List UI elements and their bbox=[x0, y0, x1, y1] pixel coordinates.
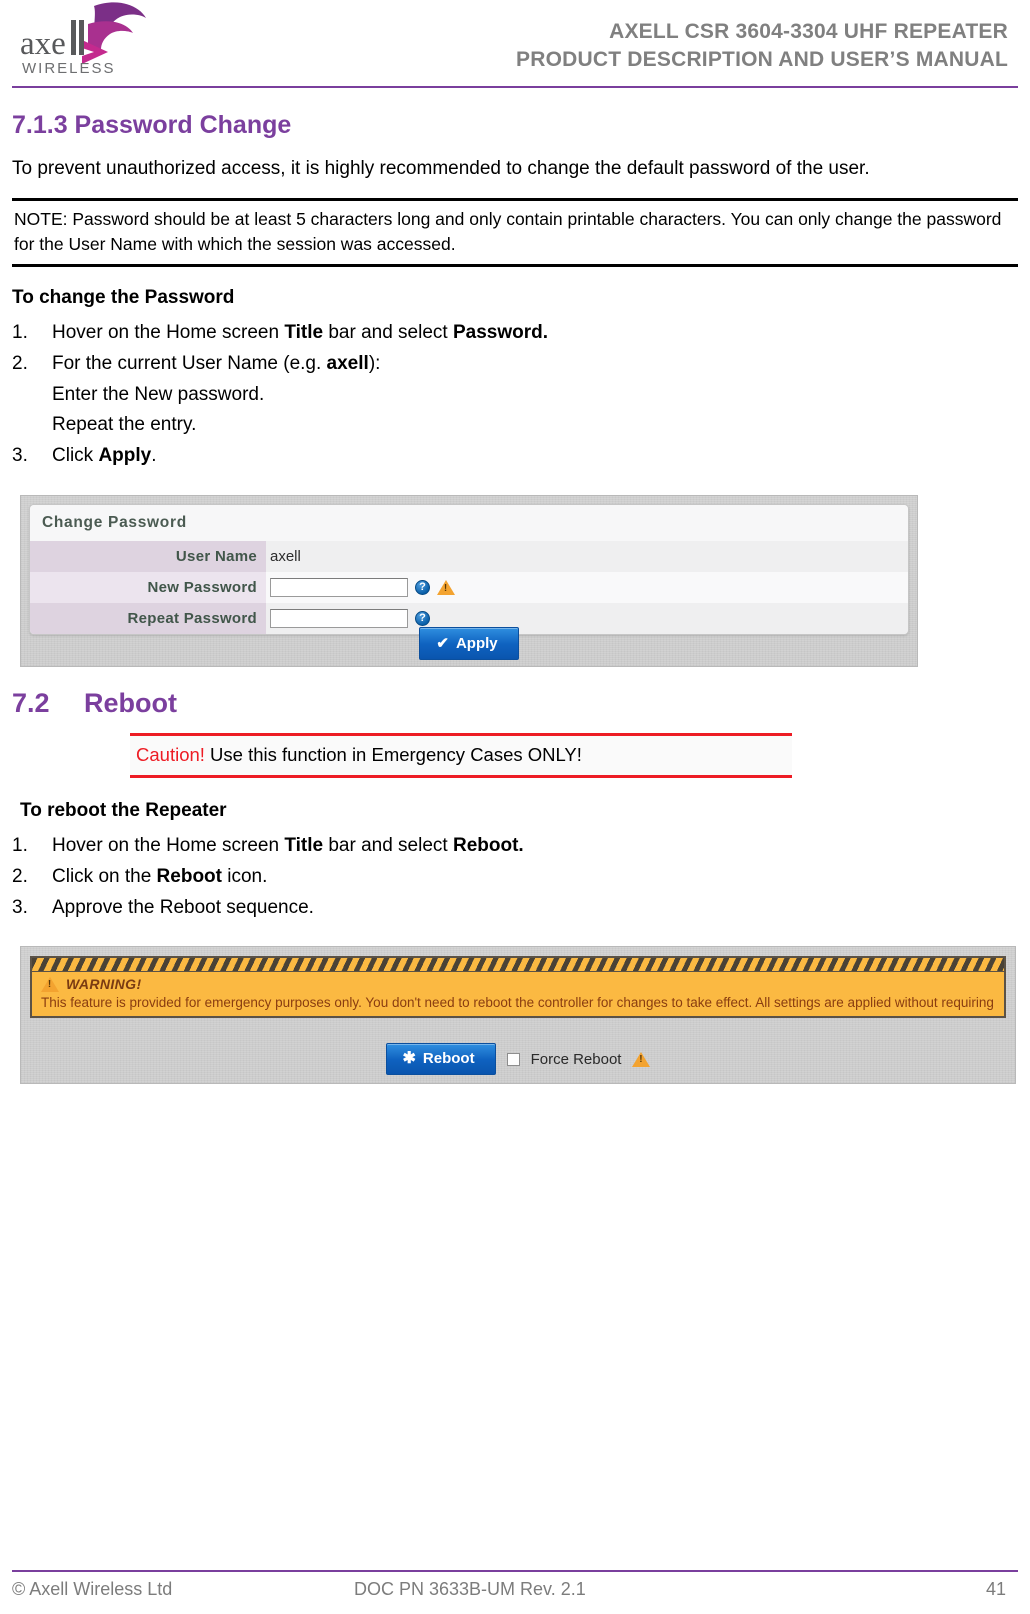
list-item: 2. Click on the Reboot icon. bbox=[12, 863, 1018, 892]
reboot-steps-list: 1. Hover on the Home screen Title bar an… bbox=[12, 832, 1018, 923]
list-item: 1. Hover on the Home screen Title bar an… bbox=[12, 319, 1018, 348]
reboot-warning-panel: WARNING! This feature is provided for em… bbox=[30, 956, 1006, 1019]
list-item: 2. For the current User Name (e.g. axell… bbox=[12, 350, 1018, 379]
step-marker: 1. bbox=[12, 321, 28, 343]
repeat-password-input[interactable] bbox=[270, 609, 408, 629]
help-icon[interactable]: ? bbox=[415, 580, 430, 596]
change-password-screenshot: Change Password User Name axell New Pass… bbox=[20, 495, 918, 668]
section-title: Reboot bbox=[84, 688, 177, 719]
step-marker: 3. bbox=[12, 896, 28, 918]
user-name-label: User Name bbox=[30, 541, 266, 573]
step-marker: 3. bbox=[12, 445, 28, 467]
caution-message: Use this function in Emergency Cases ONL… bbox=[204, 743, 582, 765]
list-item: 1. Hover on the Home screen Title bar an… bbox=[12, 832, 1018, 861]
warning-icon bbox=[41, 976, 59, 992]
header-title-block: AXELL CSR 3604-3304 UHF REPEATER PRODUCT… bbox=[516, 0, 1018, 73]
step-text: Click Apply. bbox=[52, 445, 157, 467]
reboot-button[interactable]: ✱ Reboot bbox=[385, 1043, 496, 1076]
header-title-line1: AXELL CSR 3604-3304 UHF REPEATER bbox=[609, 20, 1008, 43]
force-reboot-label: Force Reboot bbox=[530, 1050, 622, 1068]
document-footer: © Axell Wireless Ltd DOC PN 3633B-UM Rev… bbox=[12, 1570, 1018, 1600]
step-text: Approve the Reboot sequence. bbox=[52, 896, 314, 918]
document-page: axe WIRELESS AXELL CSR 3604-3304 UHF REP… bbox=[0, 0, 1030, 1614]
axell-wireless-logo: axe WIRELESS bbox=[16, 0, 176, 80]
caution-wrapper: Caution! Use this function in Emergency … bbox=[12, 732, 1018, 778]
checkmark-icon: ✔ bbox=[436, 635, 449, 653]
user-name-value: axell bbox=[270, 548, 301, 566]
note-text: NOTE: Password should be at least 5 char… bbox=[14, 209, 1002, 254]
apply-button-label: Apply bbox=[455, 634, 498, 652]
list-item: 3. Approve the Reboot sequence. bbox=[12, 894, 1018, 923]
new-password-cell: ? bbox=[266, 578, 908, 598]
header-divider bbox=[12, 86, 1018, 88]
caution-box: Caution! Use this function in Emergency … bbox=[130, 732, 792, 778]
step-text: Hover on the Home screen Title bar and s… bbox=[52, 834, 524, 856]
caution-word: Caution! bbox=[136, 743, 205, 765]
step-text: Click on the Reboot icon. bbox=[52, 865, 268, 887]
warning-icon bbox=[437, 580, 455, 596]
substep-text: Enter the New password. bbox=[52, 383, 265, 405]
section-heading-reboot: 7.2 Reboot bbox=[12, 688, 1018, 719]
panel-title: Change Password bbox=[30, 505, 908, 542]
reboot-button-label: Reboot bbox=[422, 1050, 475, 1068]
procedure-title-reboot: To reboot the Repeater bbox=[20, 799, 227, 821]
user-name-value-cell: axell bbox=[266, 548, 908, 565]
force-reboot-checkbox[interactable] bbox=[506, 1052, 520, 1066]
password-steps-list: 1. Hover on the Home screen Title bar an… bbox=[12, 319, 1018, 471]
header-title-line2: PRODUCT DESCRIPTION AND USER’S MANUAL bbox=[516, 47, 1008, 71]
footer-row: © Axell Wireless Ltd DOC PN 3633B-UM Rev… bbox=[12, 1579, 1018, 1600]
help-icon[interactable]: ? bbox=[415, 611, 430, 627]
substep-text: Repeat the entry. bbox=[52, 414, 197, 436]
step-text: For the current User Name (e.g. axell): bbox=[52, 352, 381, 374]
warning-body-text: This feature is provided for emergency p… bbox=[41, 995, 994, 1016]
new-password-label: New Password bbox=[30, 572, 266, 604]
caution-text: Caution! Use this function in Emergency … bbox=[136, 743, 782, 767]
step-marker: 2. bbox=[12, 352, 28, 374]
section-heading-password: 7.1.3 Password Change bbox=[12, 111, 292, 139]
change-password-button-bar: ✔ Apply bbox=[21, 627, 917, 661]
list-item: 3. Click Apply. bbox=[12, 442, 1018, 471]
apply-button[interactable]: ✔ Apply bbox=[419, 627, 519, 661]
section-number: 7.2 bbox=[12, 688, 50, 719]
reboot-screenshot: WARNING! This feature is provided for em… bbox=[20, 946, 1016, 1085]
form-row-user-name: User Name axell bbox=[30, 541, 908, 573]
procedure-title-password: To change the Password bbox=[12, 286, 235, 308]
document-header: axe WIRELESS AXELL CSR 3604-3304 UHF REP… bbox=[12, 0, 1018, 86]
new-password-input[interactable] bbox=[270, 578, 408, 598]
step-marker: 2. bbox=[12, 865, 28, 887]
footer-copyright: © Axell Wireless Ltd bbox=[12, 1579, 173, 1599]
warning-header: WARNING! bbox=[32, 972, 1004, 993]
warning-label: WARNING! bbox=[66, 976, 142, 993]
starburst-icon: ✱ bbox=[402, 1049, 416, 1067]
svg-text:WIRELESS: WIRELESS bbox=[22, 60, 116, 77]
footer-page-number: 41 bbox=[985, 1579, 1006, 1599]
warning-icon bbox=[632, 1051, 651, 1067]
repeat-password-cell: ? bbox=[266, 609, 908, 629]
logo-artwork: axe WIRELESS bbox=[20, 2, 146, 77]
step-marker: 1. bbox=[12, 834, 28, 856]
footer-doc-id: DOC PN 3633B-UM Rev. 2.1 bbox=[354, 1579, 586, 1599]
footer-divider bbox=[12, 1570, 1018, 1572]
password-intro-paragraph: To prevent unauthorized access, it is hi… bbox=[12, 157, 870, 179]
hazard-stripe bbox=[32, 958, 1004, 973]
reboot-control-bar: ✱ Reboot Force Reboot bbox=[21, 1043, 1015, 1076]
change-password-panel: Change Password User Name axell New Pass… bbox=[29, 504, 909, 636]
svg-text:axe: axe bbox=[20, 26, 66, 62]
step-text: Hover on the Home screen Title bar and s… bbox=[52, 321, 549, 343]
note-box: NOTE: Password should be at least 5 char… bbox=[12, 198, 1018, 267]
form-row-new-password: New Password ? bbox=[30, 572, 908, 604]
